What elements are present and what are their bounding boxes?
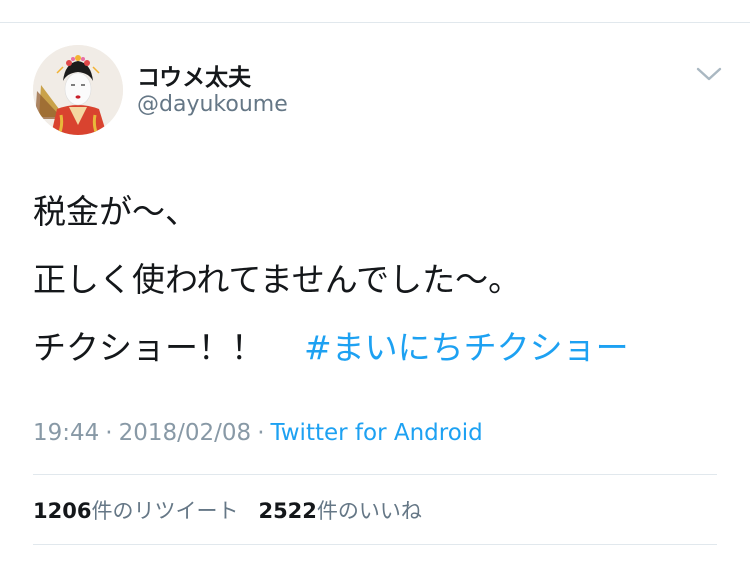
likes-label: 件のいいね [316, 499, 422, 523]
stats-divider-top [33, 474, 717, 475]
source-link[interactable]: Twitter for Android [271, 420, 483, 446]
tweet-line-text: チクショー！！ [33, 328, 264, 367]
display-name[interactable]: コウメ太夫 [137, 58, 251, 92]
retweets-label: 件のリツイート [91, 499, 239, 523]
tweet-date[interactable]: 2018/02/08 [119, 420, 252, 446]
tweet-meta: 19:44 · 2018/02/08 · Twitter for Android [33, 420, 483, 446]
hashtag-link[interactable]: #まいにちチクショー [304, 328, 629, 367]
likes-count: 2522 [258, 499, 317, 523]
top-divider [0, 22, 750, 23]
stats-divider-bottom [33, 544, 717, 545]
tweet-stats: 1206件のリツイート 2522件のいいね [33, 495, 422, 525]
meta-separator: · [105, 420, 113, 446]
chevron-down-icon [696, 67, 722, 81]
tweet-time: 19:44 [33, 420, 100, 446]
user-avatar-icon [33, 45, 123, 135]
tweet-line: 税金が〜、 [33, 192, 198, 231]
retweets-count: 1206 [33, 499, 92, 523]
tweet-line: 正しく使われてませんでした〜。 [33, 260, 522, 299]
likes-stat[interactable]: 2522件のいいね [258, 499, 421, 523]
retweets-stat[interactable]: 1206件のリツイート [33, 499, 238, 523]
meta-separator: · [257, 420, 265, 446]
user-handle[interactable]: @dayukoume [137, 92, 288, 117]
tweet-text: 税金が〜、 正しく使われてませんでした〜。 チクショー！！ #まいにちチクショー [33, 178, 629, 382]
more-menu-button[interactable] [694, 64, 724, 84]
avatar[interactable] [33, 45, 123, 135]
tweet-line: チクショー！！ #まいにちチクショー [33, 314, 629, 382]
